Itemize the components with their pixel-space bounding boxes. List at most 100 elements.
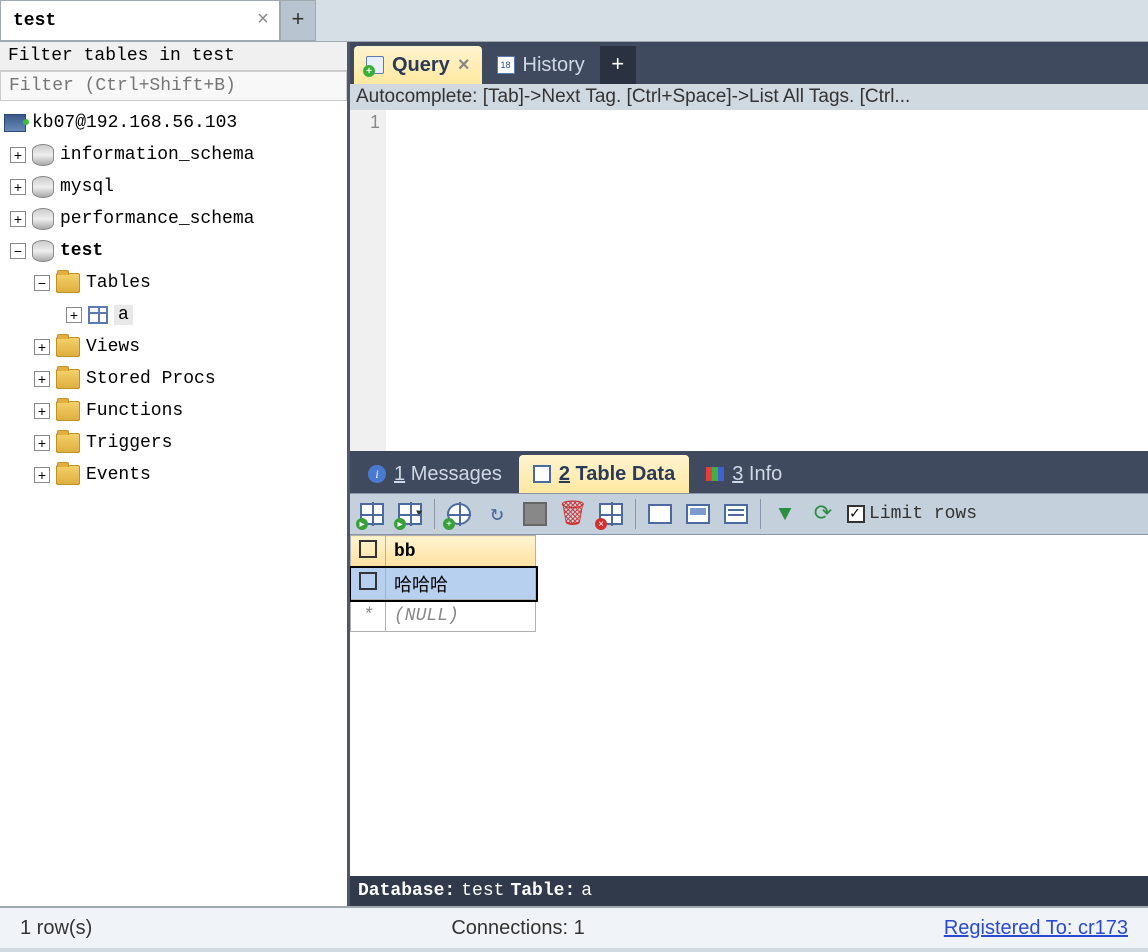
query-icon <box>366 56 384 74</box>
sql-editor[interactable]: 1 <box>350 110 1148 451</box>
autocomplete-hint: Autocomplete: [Tab]->Next Tag. [Ctrl+Spa… <box>350 84 1148 110</box>
row-count: 1 row(s) <box>20 917 92 940</box>
database-icon <box>32 208 54 230</box>
content-area: Query × 18 History + Autocomplete: [Tab]… <box>350 42 1148 906</box>
refresh-button[interactable]: ⟳ <box>809 500 837 528</box>
editor-body[interactable] <box>386 110 1148 451</box>
folder-icon <box>56 433 80 453</box>
save-button[interactable] <box>521 500 549 528</box>
tree-server[interactable]: kb07@192.168.56.103 <box>4 107 343 139</box>
tab-history[interactable]: 18 History <box>485 46 597 84</box>
form-view-button[interactable] <box>684 500 712 528</box>
add-tab-button[interactable]: + <box>280 0 316 41</box>
expand-icon[interactable]: + <box>10 179 26 195</box>
expand-icon[interactable]: + <box>10 211 26 227</box>
table-label: Table: <box>510 881 575 901</box>
cell[interactable]: 哈哈哈 <box>386 568 536 600</box>
data-grid[interactable]: bb 哈哈哈 * (NULL) <box>350 535 1148 876</box>
server-label: kb07@192.168.56.103 <box>32 113 237 133</box>
info-colors-icon <box>706 467 724 481</box>
folder-icon <box>56 465 80 485</box>
top-tab-test[interactable]: test × <box>0 0 280 41</box>
tree-folder[interactable]: + Functions <box>4 395 343 427</box>
tree-db[interactable]: + information_schema <box>4 139 343 171</box>
new-row[interactable]: * (NULL) <box>351 600 536 632</box>
column-header[interactable]: bb <box>386 536 536 568</box>
result-tab-bar: i 1 Messages 2 Table Data 3 Info <box>350 451 1148 493</box>
add-button[interactable]: + <box>445 500 473 528</box>
tab-messages[interactable]: i 1 Messages <box>354 455 516 493</box>
table-row[interactable]: 哈哈哈 <box>351 568 536 600</box>
grid-view-button[interactable] <box>646 500 674 528</box>
limit-rows-checkbox[interactable]: Limit rows <box>847 504 977 524</box>
folder-label: Functions <box>86 401 183 421</box>
tree-folder[interactable]: +Views <box>4 331 343 363</box>
tree-folder[interactable]: + Triggers <box>4 427 343 459</box>
cancel-button[interactable]: × <box>597 500 625 528</box>
top-tab-bar: test × + <box>0 0 1148 42</box>
expand-icon[interactable]: + <box>34 435 50 451</box>
expand-icon[interactable]: + <box>10 147 26 163</box>
tab-table-data[interactable]: 2 Table Data <box>519 455 689 493</box>
new-row-marker: * <box>351 600 386 632</box>
tab-label: Info <box>749 463 782 485</box>
tree-folder[interactable]: − Tables <box>4 267 343 299</box>
add-query-tab-button[interactable]: + <box>600 46 636 84</box>
expand-icon[interactable]: + <box>34 403 50 419</box>
refresh-row-button[interactable]: ↻ <box>483 500 511 528</box>
table-label: a <box>114 305 133 325</box>
schema-tree: kb07@192.168.56.103 +information_schema … <box>0 101 347 906</box>
sidebar: Filter tables in test kb07@192.168.56.10… <box>0 42 350 906</box>
table-header-row: bb <box>351 536 536 568</box>
delete-button[interactable]: 🗑 <box>559 500 587 528</box>
db-label: performance_schema <box>60 209 254 229</box>
insert-row-button[interactable]: ▸ <box>358 500 386 528</box>
collapse-icon[interactable]: − <box>34 275 50 291</box>
tree-table[interactable]: +a <box>4 299 343 331</box>
duplicate-row-button[interactable]: ▸▼ <box>396 500 424 528</box>
separator <box>434 499 435 529</box>
database-icon <box>32 240 54 262</box>
tree-folder[interactable]: +Events <box>4 459 343 491</box>
table-data-icon <box>533 465 551 483</box>
tree-db[interactable]: +mysql <box>4 171 343 203</box>
db-label: test <box>60 241 103 261</box>
limit-rows-label: Limit rows <box>869 504 977 524</box>
checkbox-icon <box>847 505 865 523</box>
tree-db[interactable]: + performance_schema <box>4 203 343 235</box>
expand-icon[interactable]: + <box>66 307 82 323</box>
tree-folder[interactable]: + Stored Procs <box>4 363 343 395</box>
tab-info[interactable]: 3 Info <box>692 455 796 493</box>
folder-label: Stored Procs <box>86 369 216 389</box>
separator <box>635 499 636 529</box>
folder-icon <box>56 273 80 293</box>
collapse-icon[interactable]: − <box>10 243 26 259</box>
close-icon[interactable]: × <box>458 54 470 77</box>
line-number: 1 <box>350 110 386 451</box>
calendar-icon: 18 <box>497 56 515 74</box>
expand-icon[interactable]: + <box>34 339 50 355</box>
checkbox-header[interactable] <box>351 536 386 568</box>
registration-link[interactable]: Registered To: cr173 <box>944 917 1128 940</box>
db-label: information_schema <box>60 145 254 165</box>
db-name: test <box>461 881 504 901</box>
query-tab-bar: Query × 18 History + <box>350 42 1148 84</box>
tab-label: History <box>523 54 585 77</box>
db-label: Database: <box>358 881 455 901</box>
tree-db[interactable]: − test <box>4 235 343 267</box>
expand-icon[interactable]: + <box>34 371 50 387</box>
database-icon <box>32 144 54 166</box>
info-icon: i <box>368 465 386 483</box>
text-view-button[interactable] <box>722 500 750 528</box>
cell[interactable]: (NULL) <box>386 600 536 632</box>
tab-label: Table Data <box>576 463 676 485</box>
close-icon[interactable]: × <box>257 9 269 32</box>
table-name: a <box>581 881 592 901</box>
expand-icon[interactable]: + <box>34 467 50 483</box>
row-checkbox[interactable] <box>351 568 386 600</box>
filter-button[interactable]: ▼ <box>771 500 799 528</box>
folder-label: Triggers <box>86 433 172 453</box>
folder-label: Tables <box>86 273 151 293</box>
tab-query[interactable]: Query × <box>354 46 482 84</box>
filter-input[interactable] <box>0 71 347 101</box>
